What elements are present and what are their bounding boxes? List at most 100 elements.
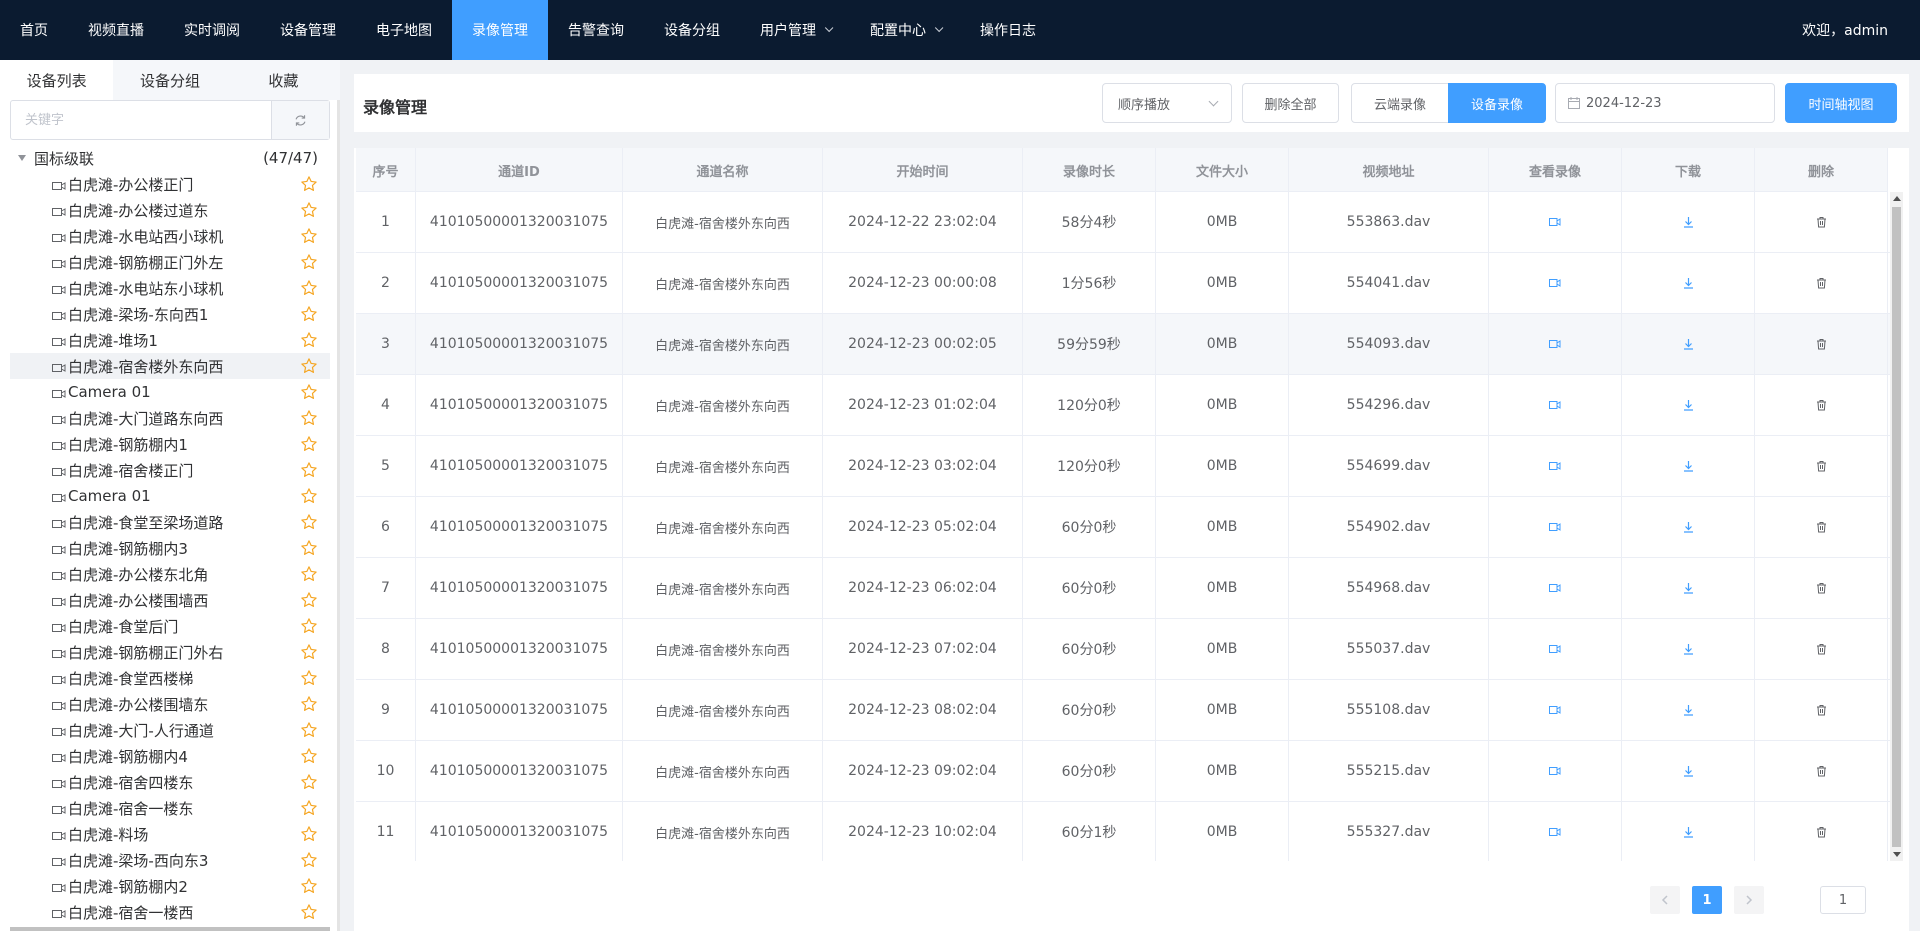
favorite-star-icon[interactable] [300, 851, 318, 869]
favorite-star-icon[interactable] [300, 669, 318, 687]
favorite-star-icon[interactable] [300, 305, 318, 323]
table-row[interactable]: 10 41010500001320031075 白虎滩-宿舍楼外东向西 2024-12… [356, 741, 1890, 802]
tree-item-camera[interactable]: 白虎滩-水电站西小球机 [10, 223, 330, 249]
tree-item-camera[interactable]: 白虎滩-食堂西楼梯 [10, 665, 330, 691]
favorite-star-icon[interactable] [300, 461, 318, 479]
favorite-star-icon[interactable] [300, 643, 318, 661]
tree-item-camera[interactable]: 白虎滩-水电站东小球机 [10, 275, 330, 301]
tree-item-camera[interactable]: 白虎滩-食堂后门 [10, 613, 330, 639]
play-mode-select[interactable]: 顺序播放 [1102, 83, 1232, 123]
download-icon[interactable] [1683, 582, 1694, 594]
scroll-down-icon[interactable] [1893, 852, 1901, 857]
delete-icon[interactable] [1816, 582, 1827, 594]
download-icon[interactable] [1683, 277, 1694, 289]
nav-item-home[interactable]: 首页 [0, 0, 68, 60]
tree-item-camera[interactable]: 白虎滩-大门道路东向西 [10, 405, 330, 431]
favorite-star-icon[interactable] [300, 747, 318, 765]
favorite-star-icon[interactable] [300, 331, 318, 349]
view-video-icon[interactable] [1549, 827, 1561, 837]
delete-icon[interactable] [1816, 460, 1827, 472]
tree-item-camera[interactable]: 白虎滩-钢筋棚内1 [10, 431, 330, 457]
download-icon[interactable] [1683, 460, 1694, 472]
delete-icon[interactable] [1816, 521, 1827, 533]
table-row[interactable]: 1 41010500001320031075 白虎滩-宿舍楼外东向西 2024-12-… [356, 192, 1890, 253]
sidebar-vertical-scrollbar[interactable] [337, 100, 340, 931]
device-record-button[interactable]: 设备录像 [1448, 83, 1546, 123]
caret-down-icon[interactable] [18, 155, 26, 161]
tree-item-camera[interactable]: 白虎滩-宿舍四楼东 [10, 769, 330, 795]
favorite-star-icon[interactable] [300, 825, 318, 843]
sidebar-horizontal-scrollbar[interactable] [10, 927, 330, 931]
favorite-star-icon[interactable] [300, 227, 318, 245]
nav-item-user-management[interactable]: 用户管理 [740, 0, 850, 60]
favorite-star-icon[interactable] [300, 877, 318, 895]
tree-item-camera[interactable]: 白虎滩-办公楼正门 [10, 171, 330, 197]
tree-item-camera[interactable]: 白虎滩-梁场-西向东3 [10, 847, 330, 873]
delete-icon[interactable] [1816, 399, 1827, 411]
nav-item-alarm-query[interactable]: 告警查询 [548, 0, 644, 60]
favorite-star-icon[interactable] [300, 435, 318, 453]
download-icon[interactable] [1683, 704, 1694, 716]
prev-page-button[interactable] [1650, 886, 1680, 914]
nav-item-device-management[interactable]: 设备管理 [260, 0, 356, 60]
delete-icon[interactable] [1816, 704, 1827, 716]
tree-item-camera[interactable]: 白虎滩-钢筋棚正门外左 [10, 249, 330, 275]
table-row[interactable]: 11 41010500001320031075 白虎滩-宿舍楼外东向西 2024-12… [356, 802, 1890, 861]
delete-icon[interactable] [1816, 216, 1827, 228]
nav-item-config-center[interactable]: 配置中心 [850, 0, 960, 60]
delete-icon[interactable] [1816, 277, 1827, 289]
download-icon[interactable] [1683, 643, 1694, 655]
download-icon[interactable] [1683, 338, 1694, 350]
view-video-icon[interactable] [1549, 217, 1561, 227]
favorite-star-icon[interactable] [300, 383, 318, 401]
tree-item-camera[interactable]: 白虎滩-办公楼围墙东 [10, 691, 330, 717]
welcome-text[interactable]: 欢迎，admin [1802, 0, 1888, 60]
favorite-star-icon[interactable] [300, 253, 318, 271]
tab-favorites[interactable]: 收藏 [226, 60, 340, 100]
download-icon[interactable] [1683, 521, 1694, 533]
delete-icon[interactable] [1816, 765, 1827, 777]
table-row[interactable]: 4 41010500001320031075 白虎滩-宿舍楼外东向西 2024-12-… [356, 375, 1890, 436]
tree-item-camera[interactable]: 白虎滩-料场 [10, 821, 330, 847]
nav-item-record-management[interactable]: 录像管理 [452, 0, 548, 60]
refresh-button[interactable] [271, 101, 329, 139]
favorite-star-icon[interactable] [300, 903, 318, 921]
scroll-up-icon[interactable] [1893, 196, 1901, 201]
view-video-icon[interactable] [1549, 278, 1561, 288]
view-video-icon[interactable] [1549, 400, 1561, 410]
view-video-icon[interactable] [1549, 583, 1561, 593]
tree-item-camera[interactable]: Camera 01 [10, 483, 330, 509]
tree-root[interactable]: 国标级联 (47/47) [10, 145, 330, 171]
favorite-star-icon[interactable] [300, 539, 318, 557]
view-video-icon[interactable] [1549, 644, 1561, 654]
favorite-star-icon[interactable] [300, 799, 318, 817]
nav-item-e-map[interactable]: 电子地图 [356, 0, 452, 60]
scroll-thumb[interactable] [1892, 207, 1901, 847]
delete-all-button[interactable]: 删除全部 [1242, 83, 1339, 123]
view-video-icon[interactable] [1549, 705, 1561, 715]
view-video-icon[interactable] [1549, 339, 1561, 349]
table-row[interactable]: 6 41010500001320031075 白虎滩-宿舍楼外东向西 2024-12-… [356, 497, 1890, 558]
favorite-star-icon[interactable] [300, 773, 318, 791]
tree-item-camera[interactable]: 白虎滩-宿舍一楼西 [10, 899, 330, 925]
table-row[interactable]: 7 41010500001320031075 白虎滩-宿舍楼外东向西 2024-12-… [356, 558, 1890, 619]
favorite-star-icon[interactable] [300, 201, 318, 219]
tab-device-list[interactable]: 设备列表 [0, 60, 114, 100]
date-picker[interactable]: 2024-12-23 [1555, 83, 1775, 123]
delete-icon[interactable] [1816, 643, 1827, 655]
tree-item-camera[interactable]: 白虎滩-钢筋棚正门外右 [10, 639, 330, 665]
download-icon[interactable] [1683, 399, 1694, 411]
table-row[interactable]: 9 41010500001320031075 白虎滩-宿舍楼外东向西 2024-12-… [356, 680, 1890, 741]
tree-item-camera[interactable]: 白虎滩-宿舍一楼东 [10, 795, 330, 821]
view-video-icon[interactable] [1549, 522, 1561, 532]
favorite-star-icon[interactable] [300, 357, 318, 375]
favorite-star-icon[interactable] [300, 487, 318, 505]
tree-item-camera[interactable]: 白虎滩-梁场-东向西1 [10, 301, 330, 327]
tree-item-camera[interactable]: 白虎滩-宿舍楼外东向西 [10, 353, 330, 379]
favorite-star-icon[interactable] [300, 513, 318, 531]
nav-item-operation-log[interactable]: 操作日志 [960, 0, 1056, 60]
tree-item-camera[interactable]: Camera 01 [10, 379, 330, 405]
delete-icon[interactable] [1816, 826, 1827, 838]
tree-item-camera[interactable]: 白虎滩-钢筋棚内3 [10, 535, 330, 561]
next-page-button[interactable] [1734, 886, 1764, 914]
